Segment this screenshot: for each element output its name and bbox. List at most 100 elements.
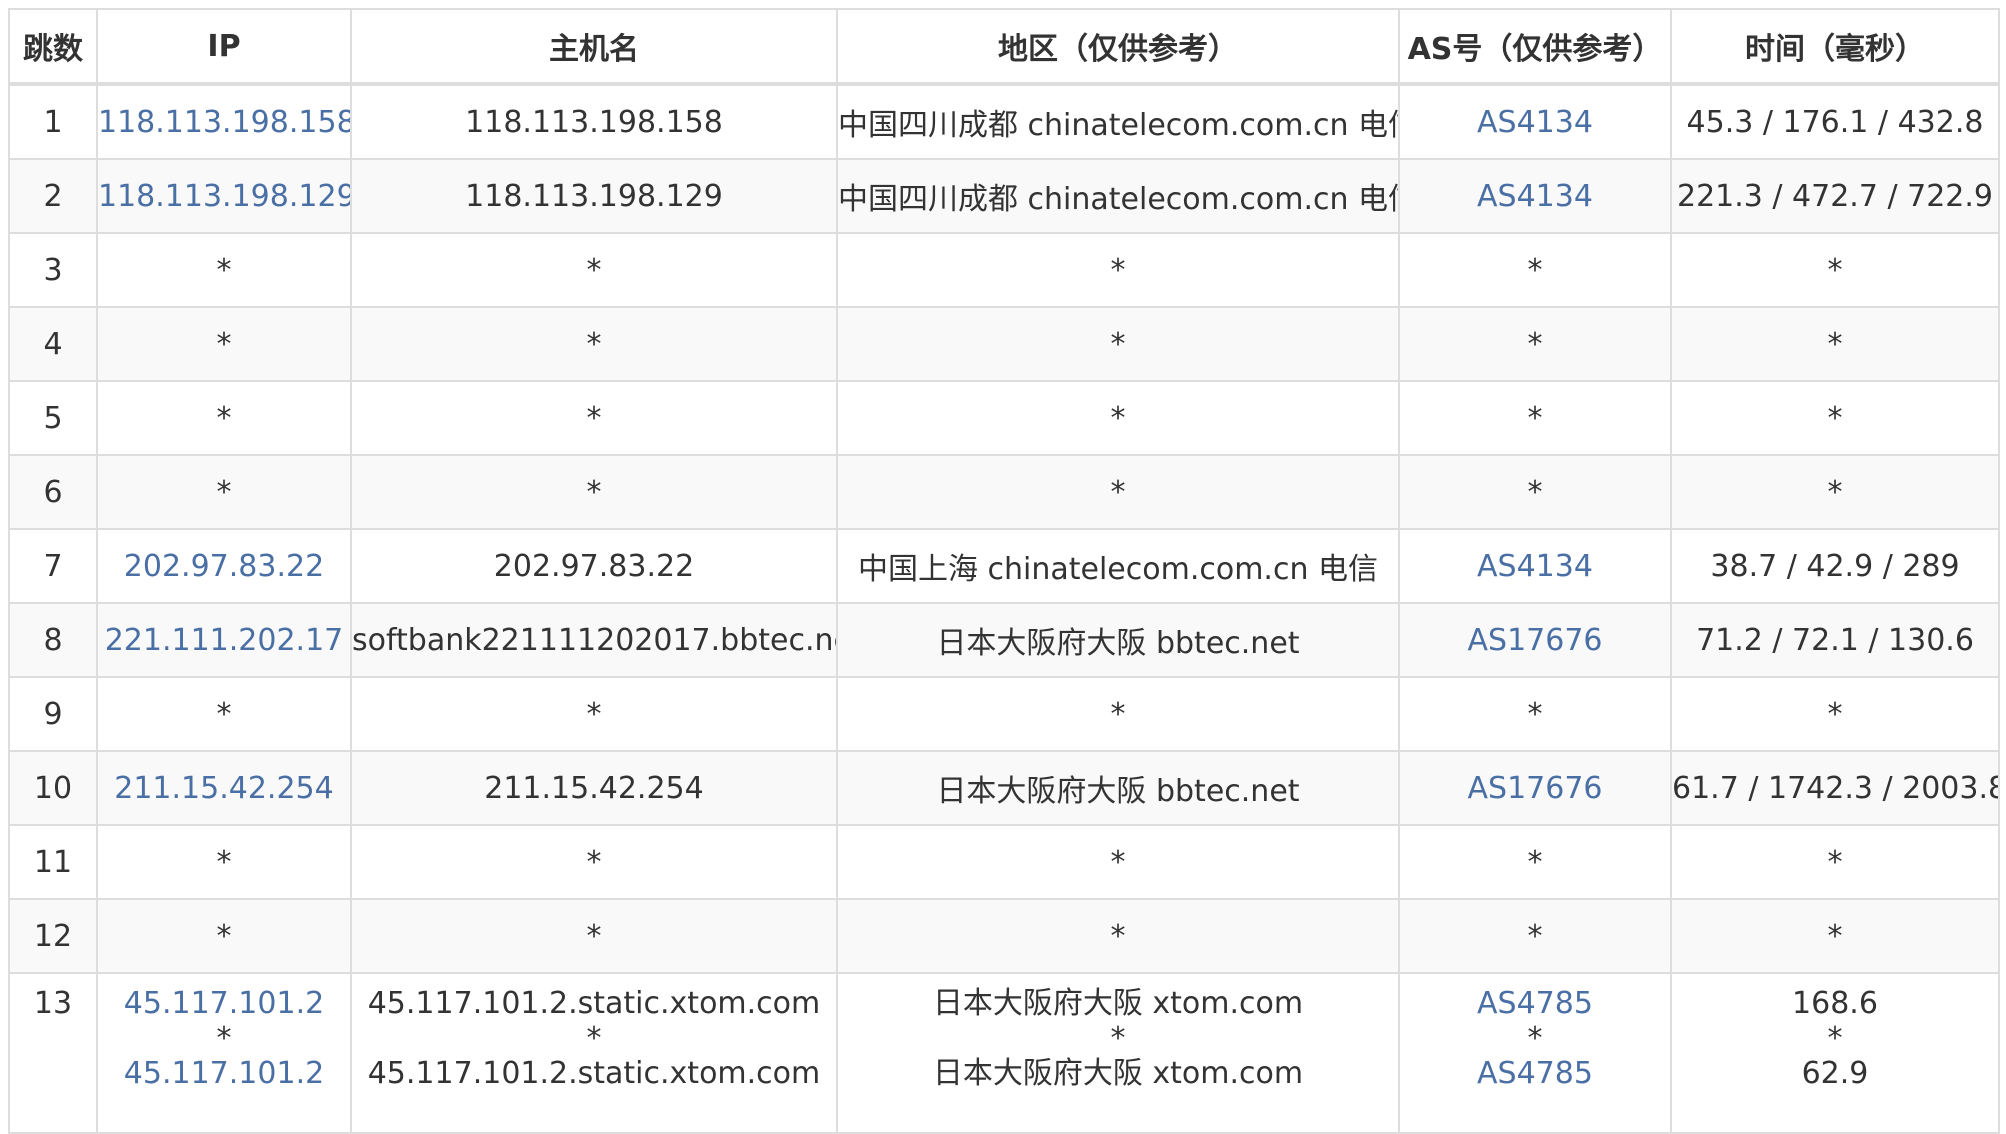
ip-cell: * <box>96 232 352 308</box>
hop-cell: 5 <box>8 380 98 456</box>
hostname-cell: * <box>350 380 838 456</box>
region-value: 日本大阪府大阪 xtom.com <box>932 1056 1304 1091</box>
header-region[interactable]: 地区（仅供参考） <box>836 8 1400 86</box>
ip-link[interactable]: 211.15.42.254 <box>96 750 352 826</box>
region-cell: * <box>836 306 1400 382</box>
table-row: 1 118.113.198.158 118.113.198.158 中国四川成都… <box>8 83 2000 160</box>
hostname-cell: 202.97.83.22 <box>350 528 838 604</box>
traceroute-table-container: 跳数 IP 主机名 地区（仅供参考） AS号（仅供参考） 时间（毫秒） 1 11… <box>8 8 2000 1134</box>
time-cell-multi: 168.6 * 62.9 <box>1670 972 2000 1134</box>
time-cell: * <box>1670 454 2000 530</box>
as-star: * <box>1527 1021 1543 1056</box>
table-row: 7 202.97.83.22 202.97.83.22 中国上海 chinate… <box>8 528 2000 604</box>
as-cell: * <box>1398 380 1672 456</box>
hop-cell: 4 <box>8 306 98 382</box>
region-cell: * <box>836 898 1400 974</box>
time-cell: 61.7 / 1742.3 / 2003.8 <box>1670 750 2000 826</box>
time-cell: * <box>1670 824 2000 900</box>
region-star: * <box>1110 1021 1126 1056</box>
hostname-value: 45.117.101.2.static.xtom.com <box>367 1056 821 1091</box>
time-cell: * <box>1670 380 2000 456</box>
header-as[interactable]: AS号（仅供参考） <box>1398 8 1672 86</box>
as-link[interactable]: AS4785 <box>1401 1054 1669 1094</box>
hop-cell: 9 <box>8 676 98 752</box>
table-row: 10 211.15.42.254 211.15.42.254 日本大阪府大阪 b… <box>8 750 2000 826</box>
hop-cell: 11 <box>8 824 98 900</box>
header-time[interactable]: 时间（毫秒） <box>1670 8 2000 86</box>
hop-cell: 7 <box>8 528 98 604</box>
region-cell-multi: 日本大阪府大阪 xtom.com * 日本大阪府大阪 xtom.com <box>836 972 1400 1134</box>
ip-link[interactable]: 118.113.198.129 <box>96 158 352 234</box>
table-row: 8 221.111.202.17 softbank221111202017.bb… <box>8 602 2000 678</box>
ip-link[interactable]: 45.117.101.2 <box>99 1054 349 1094</box>
table-row: 9 * * * * * <box>8 676 2000 752</box>
region-cell: * <box>836 824 1400 900</box>
as-link[interactable]: AS4134 <box>1398 158 1672 234</box>
hostname-cell: * <box>350 306 838 382</box>
hop-cell: 10 <box>8 750 98 826</box>
hostname-cell: * <box>350 824 838 900</box>
table-row: 11 * * * * * <box>8 824 2000 900</box>
hop-cell: 13 <box>8 972 98 1134</box>
hostname-cell: * <box>350 898 838 974</box>
ip-star: * <box>216 1021 232 1056</box>
time-star: * <box>1827 1021 1843 1056</box>
region-cell: 日本大阪府大阪 bbtec.net <box>836 602 1400 678</box>
as-link[interactable]: AS4134 <box>1398 528 1672 604</box>
region-cell: 日本大阪府大阪 bbtec.net <box>836 750 1400 826</box>
as-cell: * <box>1398 306 1672 382</box>
table-row: 12 * * * * * <box>8 898 2000 974</box>
hop-cell: 3 <box>8 232 98 308</box>
hop-cell: 6 <box>8 454 98 530</box>
region-cell: * <box>836 380 1400 456</box>
region-cell: 中国四川成都 chinatelecom.com.cn 电信 <box>836 158 1400 234</box>
hop-cell: 2 <box>8 158 98 234</box>
header-hop[interactable]: 跳数 <box>8 8 98 86</box>
time-value: 168.6 <box>1792 986 1878 1021</box>
as-link[interactable]: AS17676 <box>1398 602 1672 678</box>
table-row: 13 45.117.101.2 * 45.117.101.2 45.117.10… <box>8 972 2000 1134</box>
table-row: 3 * * * * * <box>8 232 2000 308</box>
ip-cell-multi: 45.117.101.2 * 45.117.101.2 <box>96 972 352 1134</box>
region-cell: * <box>836 454 1400 530</box>
ip-cell: * <box>96 380 352 456</box>
region-value: 日本大阪府大阪 xtom.com <box>932 986 1304 1021</box>
hop-cell: 1 <box>8 83 98 160</box>
table-row: 4 * * * * * <box>8 306 2000 382</box>
as-cell: * <box>1398 454 1672 530</box>
ip-cell: * <box>96 898 352 974</box>
hop-value: 13 <box>33 986 73 1021</box>
time-cell: * <box>1670 676 2000 752</box>
table-header-row: 跳数 IP 主机名 地区（仅供参考） AS号（仅供参考） 时间（毫秒） <box>8 8 2000 86</box>
hostname-cell-multi: 45.117.101.2.static.xtom.com * 45.117.10… <box>350 972 838 1134</box>
hostname-cell: * <box>350 454 838 530</box>
ip-cell: * <box>96 454 352 530</box>
ip-link[interactable]: 221.111.202.17 <box>96 602 352 678</box>
ip-link[interactable]: 118.113.198.158 <box>96 83 352 160</box>
hostname-cell: 211.15.42.254 <box>350 750 838 826</box>
as-cell: * <box>1398 898 1672 974</box>
hostname-star: * <box>586 1021 602 1056</box>
region-cell: 中国上海 chinatelecom.com.cn 电信 <box>836 528 1400 604</box>
time-cell: 45.3 / 176.1 / 432.8 <box>1670 83 2000 160</box>
hop-cell: 12 <box>8 898 98 974</box>
as-link[interactable]: AS17676 <box>1398 750 1672 826</box>
region-cell: * <box>836 676 1400 752</box>
ip-cell: * <box>96 306 352 382</box>
ip-cell: * <box>96 676 352 752</box>
as-link[interactable]: AS4134 <box>1398 83 1672 160</box>
ip-cell: * <box>96 824 352 900</box>
ip-link[interactable]: 45.117.101.2 <box>99 984 349 1024</box>
table-row: 6 * * * * * <box>8 454 2000 530</box>
time-cell: 71.2 / 72.1 / 130.6 <box>1670 602 2000 678</box>
table-row: 5 * * * * * <box>8 380 2000 456</box>
ip-link[interactable]: 202.97.83.22 <box>96 528 352 604</box>
time-cell: * <box>1670 306 2000 382</box>
as-cell: * <box>1398 824 1672 900</box>
header-hostname[interactable]: 主机名 <box>350 8 838 86</box>
hop-cell: 8 <box>8 602 98 678</box>
hostname-cell: softbank221111202017.bbtec.net <box>350 602 838 678</box>
header-ip[interactable]: IP <box>96 8 352 86</box>
traceroute-table: 跳数 IP 主机名 地区（仅供参考） AS号（仅供参考） 时间（毫秒） 1 11… <box>8 8 2000 1134</box>
as-link[interactable]: AS4785 <box>1401 984 1669 1024</box>
